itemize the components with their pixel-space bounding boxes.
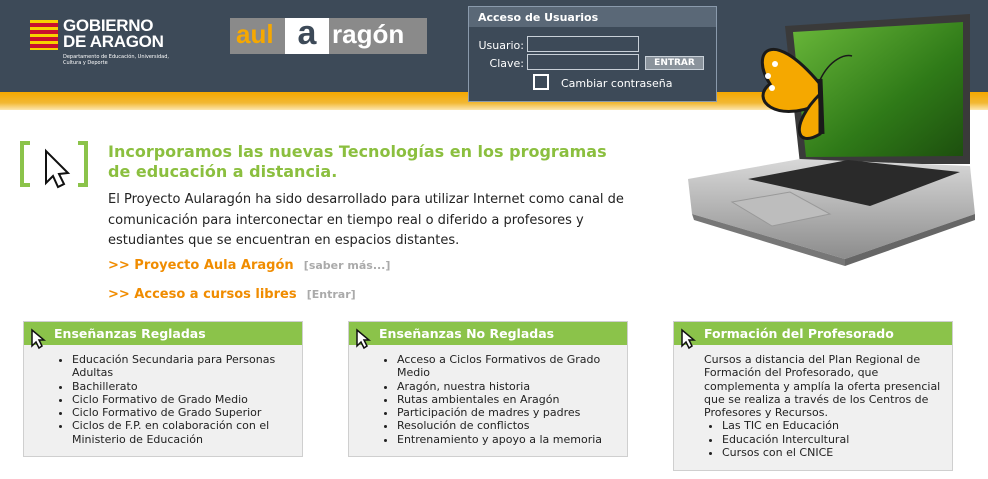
box-description: Cursos a distancia del Plan Regional de … (704, 353, 941, 420)
box-formacion-profesorado: Formación del Profesorado Cursos a dista… (673, 321, 953, 471)
pointer-cursor-icon (356, 328, 371, 350)
box-ensenanzas-regladas: Enseñanzas Regladas Educación Secundaria… (23, 321, 303, 457)
link-entrar[interactable]: [Entrar] (307, 288, 356, 301)
intro-text: El Proyecto Aularagón ha sido desarrolla… (108, 192, 624, 248)
change-password-checkbox[interactable] (533, 74, 549, 90)
list-item[interactable]: Ciclo Formativo de Grado Superior (72, 406, 292, 419)
list-item[interactable]: Las TIC en Educación (722, 419, 942, 432)
list-item[interactable]: Entrenamiento y apoyo a la memoria (397, 433, 617, 446)
link-proyecto-row: >> Proyecto Aula Aragón [saber más...] (108, 258, 390, 273)
login-title: Acceso de Usuarios (469, 7, 716, 27)
pointer-cursor-icon (681, 328, 696, 350)
password-input[interactable] (527, 54, 639, 70)
list-item[interactable]: Acceso a Ciclos Formativos de Grado Medi… (397, 353, 617, 380)
pointer-cursor-icon (31, 328, 46, 350)
box-list: Las TIC en Educación Educación Intercult… (674, 419, 952, 467)
box-title[interactable]: Enseñanzas No Regladas (379, 326, 554, 341)
list-item[interactable]: Participación de madres y padres (397, 406, 617, 419)
laptop-butterfly-image (688, 14, 975, 266)
intro-title: Incorporamos las nuevas Tecnologías en l… (108, 142, 607, 181)
box-ensenanzas-no-regladas: Enseñanzas No Regladas Acceso a Ciclos F… (348, 321, 628, 457)
list-item[interactable]: Educación Secundaria para Personas Adult… (72, 353, 292, 380)
gobierno-subtitle: Departamento de Educación, Universidad, … (63, 54, 169, 66)
link-cursos-row: >> Acceso a cursos libres [Entrar] (108, 287, 356, 302)
user-input[interactable] (527, 36, 639, 52)
box-title[interactable]: Enseñanzas Regladas (54, 326, 206, 341)
list-item[interactable]: Aragón, nuestra historia (397, 380, 617, 393)
gobierno-aragon-logo[interactable]: GOBIERNO DE ARAGON Departamento de Educa… (30, 17, 180, 70)
list-item[interactable]: Resolución de conflictos (397, 419, 617, 432)
list-item[interactable]: Educación Intercultural (722, 433, 942, 446)
logo-part-aul: aul (236, 19, 274, 49)
change-password-label[interactable]: Cambiar contraseña (561, 77, 672, 90)
link-saber-mas[interactable]: [saber más...] (304, 259, 391, 272)
list-item[interactable]: Cursos con el CNICE (722, 446, 942, 459)
password-label: Clave: (489, 57, 524, 70)
list-item[interactable]: Rutas ambientales en Aragón (397, 393, 617, 406)
link-proyecto-aula-aragon[interactable]: >> Proyecto Aula Aragón (108, 258, 294, 273)
logo-part-ragon: ragón (332, 19, 405, 49)
gobierno-title-line2: DE ARAGON (63, 32, 164, 51)
list-item[interactable]: Bachillerato (72, 380, 292, 393)
list-item[interactable]: Ciclo Formativo de Grado Medio (72, 393, 292, 406)
aragon-flag-icon (30, 20, 58, 50)
box-title[interactable]: Formación del Profesorado (704, 326, 894, 341)
cursor-bracket-icon (20, 141, 88, 189)
link-acceso-cursos-libres[interactable]: >> Acceso a cursos libres (108, 287, 297, 302)
box-list: Educación Secundaria para Personas Adult… (24, 345, 302, 454)
box-list: Acceso a Ciclos Formativos de Grado Medi… (349, 345, 627, 454)
aularagon-logo[interactable]: aul a ragón (230, 16, 427, 54)
user-label: Usuario: (478, 39, 524, 52)
logo-part-a: a (285, 16, 329, 54)
list-item[interactable]: Ciclos de F.P. en colaboración con el Mi… (72, 419, 292, 446)
